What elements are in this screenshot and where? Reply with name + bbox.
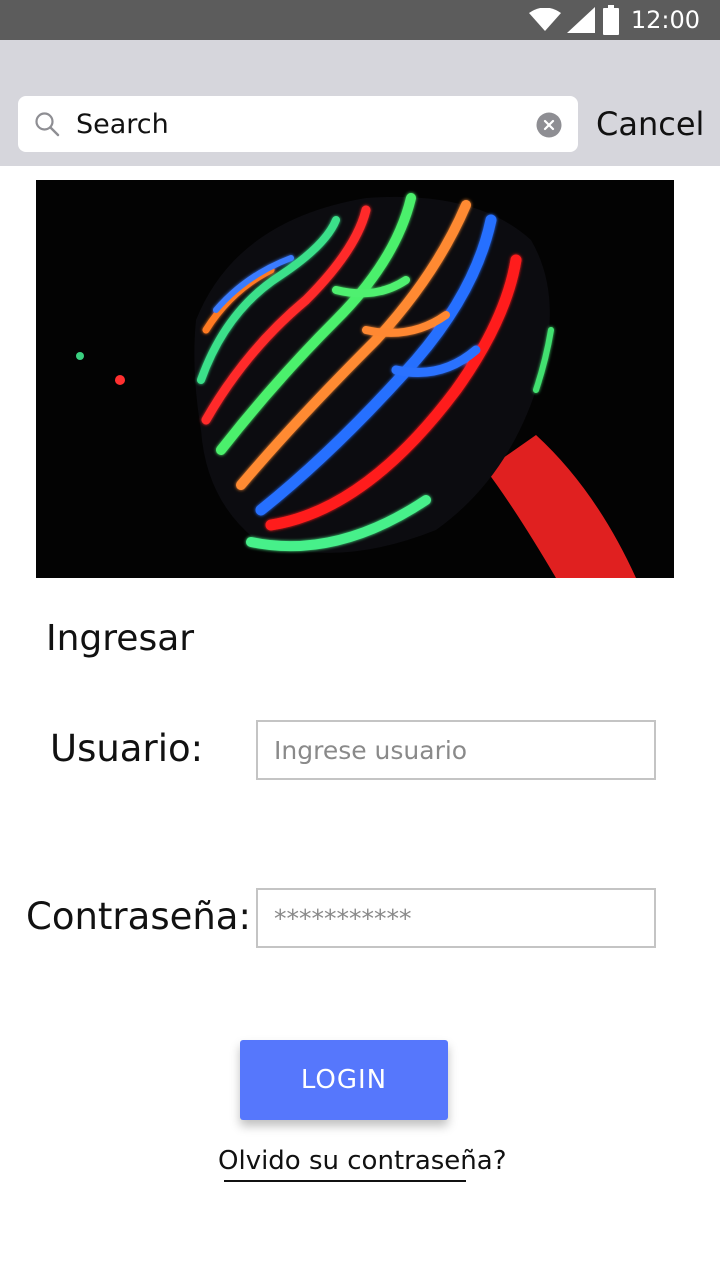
status-time: 12:00	[630, 6, 700, 34]
search-input[interactable]	[76, 104, 516, 144]
login-button[interactable]: LOGIN	[240, 1040, 448, 1120]
forgot-password-link[interactable]: Olvido su contraseña?	[218, 1146, 507, 1176]
password-field[interactable]	[256, 888, 656, 948]
section-title: Ingresar	[46, 618, 195, 659]
search-icon	[34, 111, 60, 137]
clear-icon[interactable]	[536, 112, 562, 138]
hero-image	[36, 180, 674, 578]
battery-icon	[602, 5, 619, 35]
status-icons: 12:00	[528, 4, 700, 36]
neon-stripes-image	[36, 180, 674, 578]
password-label: Contraseña:	[26, 895, 251, 938]
status-bar: 12:00	[0, 0, 720, 40]
cell-signal-icon	[566, 7, 595, 33]
cancel-button[interactable]: Cancel	[596, 100, 708, 148]
user-label: Usuario:	[50, 727, 204, 770]
wifi-icon	[528, 8, 561, 32]
user-field[interactable]	[256, 720, 656, 780]
search-field[interactable]	[18, 96, 578, 152]
forgot-link-underline	[224, 1180, 466, 1182]
